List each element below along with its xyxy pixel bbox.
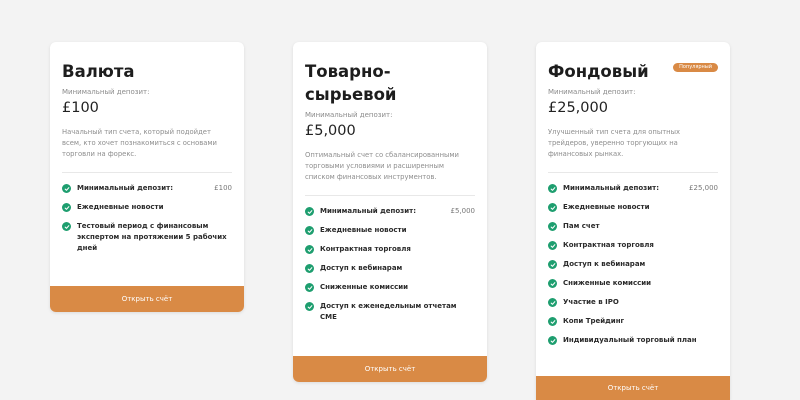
check-circle-icon: [548, 298, 557, 307]
feature-label: Минимальный депозит:: [77, 184, 173, 192]
feature-list: Минимальный депозит: £5,000 Ежедневные н…: [305, 206, 475, 323]
feature-item: Доступ к вебинарам: [548, 259, 718, 270]
check-circle-icon: [548, 203, 557, 212]
popular-badge: Популярный: [673, 63, 718, 72]
check-circle-icon: [62, 222, 71, 231]
feature-label: Ежедневные новости: [77, 203, 164, 211]
feature-item: Сниженные комиссии: [305, 282, 475, 293]
check-circle-icon: [305, 264, 314, 273]
plan-price: £5,000: [305, 123, 356, 139]
min-deposit-label: Минимальный депозит:: [62, 88, 150, 96]
open-account-button[interactable]: Открыть счёт: [293, 356, 487, 382]
feature-label: Сниженные комиссии: [320, 283, 409, 291]
feature-label: Пам счет: [563, 222, 600, 230]
min-deposit-label: Минимальный депозит:: [548, 88, 636, 96]
feature-label: Тестовый период с финансовым экспертом н…: [77, 222, 227, 252]
feature-label: Минимальный депозит:: [320, 207, 416, 215]
feature-item: Ежедневные новости: [305, 225, 475, 236]
feature-item: Контрактная торговля: [305, 244, 475, 255]
min-deposit-label: Минимальный депозит:: [305, 111, 393, 119]
plan-card-stock: Фондовый Популярный Минимальный депозит:…: [536, 42, 730, 400]
feature-label: Доступ к вебинарам: [320, 264, 403, 272]
feature-label: Участие в IPO: [563, 298, 619, 306]
plan-description: Оптимальный счет со сбалансированными то…: [305, 151, 459, 181]
divider: [548, 172, 718, 173]
check-circle-icon: [305, 283, 314, 292]
plan-description: Улучшенный тип счета для опытных трейдер…: [548, 128, 681, 158]
feature-label: Доступ к вебинарам: [563, 260, 646, 268]
feature-item: Доступ к еженедельным отчетам CME: [305, 301, 475, 323]
check-circle-icon: [548, 222, 557, 231]
check-circle-icon: [548, 336, 557, 345]
feature-item: Пам счет: [548, 221, 718, 232]
plan-description: Начальный тип счета, который подойдет вс…: [62, 128, 217, 158]
divider: [305, 195, 475, 196]
feature-label: Копи Трейдинг: [563, 317, 625, 325]
feature-label: Ежедневные новости: [563, 203, 650, 211]
feature-value: £25,000: [689, 184, 718, 192]
feature-item: Ежедневные новости: [548, 202, 718, 213]
feature-item: Копи Трейдинг: [548, 316, 718, 327]
check-circle-icon: [548, 184, 557, 193]
check-circle-icon: [548, 241, 557, 250]
feature-item: Минимальный депозит: £25,000: [548, 183, 718, 194]
feature-label: Минимальный депозит:: [563, 184, 659, 192]
feature-item: Тестовый период с финансовым экспертом н…: [62, 221, 232, 254]
plan-title-row: Фондовый Популярный: [548, 60, 718, 83]
plan-title: Валюта: [62, 62, 135, 81]
feature-list: Минимальный депозит: £100 Ежедневные нов…: [62, 183, 232, 254]
feature-value: £100: [214, 184, 232, 192]
plan-price: £25,000: [548, 100, 608, 116]
feature-item: Участие в IPO: [548, 297, 718, 308]
check-circle-icon: [548, 317, 557, 326]
feature-value: £5,000: [450, 207, 476, 215]
feature-item: Доступ к вебинарам: [305, 263, 475, 274]
feature-label: Контрактная торговля: [563, 241, 654, 249]
check-circle-icon: [548, 260, 557, 269]
plan-title: Товарно-сырьевой: [305, 62, 397, 104]
check-circle-icon: [62, 184, 71, 193]
feature-item: Сниженные комиссии: [548, 278, 718, 289]
feature-label: Сниженные комиссии: [563, 279, 652, 287]
feature-item: Минимальный депозит: £100: [62, 183, 232, 194]
feature-label: Ежедневные новости: [320, 226, 407, 234]
open-account-button[interactable]: Открыть счёт: [536, 376, 730, 400]
plan-card-commodity: Товарно-сырьевой Минимальный депозит: £5…: [293, 42, 487, 382]
plan-price: £100: [62, 100, 99, 116]
feature-item: Контрактная торговля: [548, 240, 718, 251]
feature-label: Контрактная торговля: [320, 245, 411, 253]
feature-item: Индивидуальный торговый план: [548, 335, 718, 346]
check-circle-icon: [305, 245, 314, 254]
check-circle-icon: [305, 302, 314, 311]
feature-item: Минимальный депозит: £5,000: [305, 206, 475, 217]
feature-list: Минимальный депозит: £25,000 Ежедневные …: [548, 183, 718, 346]
divider: [62, 172, 232, 173]
open-account-button[interactable]: Открыть счёт: [50, 286, 244, 312]
plan-title: Фондовый: [548, 62, 649, 81]
pricing-section: Валюта Минимальный депозит: £100 Начальн…: [0, 0, 800, 400]
check-circle-icon: [548, 279, 557, 288]
check-circle-icon: [305, 207, 314, 216]
plan-card-currency: Валюта Минимальный депозит: £100 Начальн…: [50, 42, 244, 312]
feature-label: Индивидуальный торговый план: [563, 336, 697, 344]
feature-label: Доступ к еженедельным отчетам CME: [320, 302, 457, 321]
feature-item: Ежедневные новости: [62, 202, 232, 213]
check-circle-icon: [62, 203, 71, 212]
check-circle-icon: [305, 226, 314, 235]
